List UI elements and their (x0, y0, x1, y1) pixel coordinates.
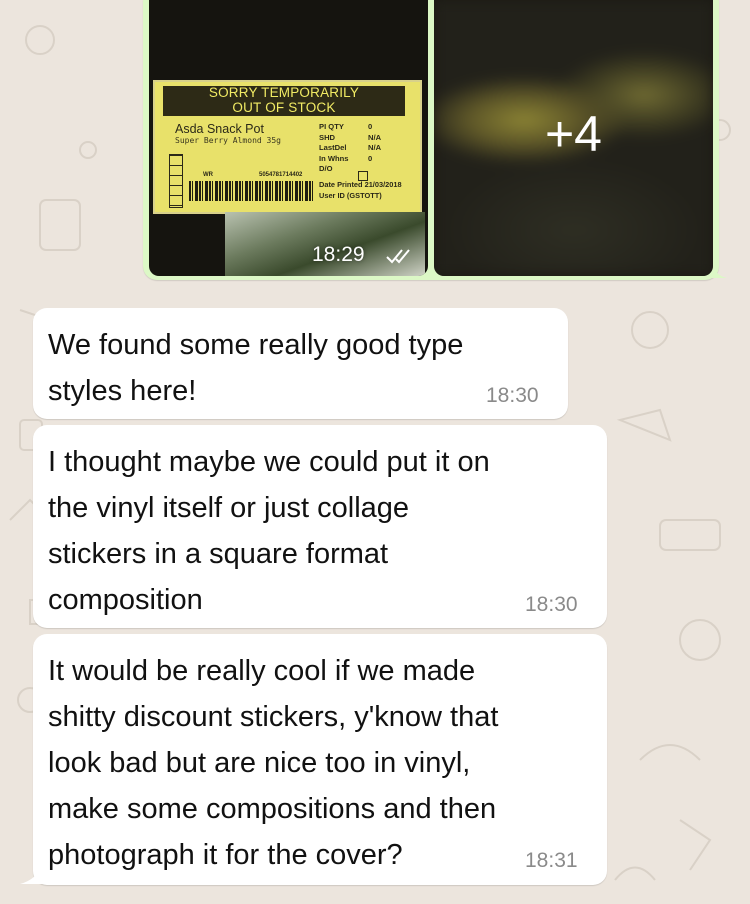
message-line: It would be really cool if we made (48, 655, 476, 687)
message-line: make some compositions and then (48, 793, 497, 825)
message-line: shitty discount stickers, y'know that (48, 701, 499, 733)
label-field: SHD (319, 132, 336, 142)
label-field: D/O (319, 164, 333, 173)
message-text: It would be really cool if we made shitt… (48, 648, 498, 878)
photo-thumbnail-1[interactable]: SORRY TEMPORARILY OUT OF STOCK Asda Snac… (149, 0, 428, 276)
label-field: LastDel (319, 143, 347, 152)
label-field: PI QTY (319, 122, 344, 131)
label-code: 5054781714402 (259, 172, 303, 178)
incoming-message[interactable]: It would be really cool if we made shitt… (33, 634, 607, 885)
label-values: 0 N/A N/A 0 (368, 122, 381, 164)
label-field: In Whns (319, 153, 349, 163)
label-header-line2: OUT OF STOCK (232, 99, 336, 115)
message-time: 18:29 (312, 243, 365, 266)
label-date-printed: Date Printed 21/03/2018 (319, 180, 402, 189)
message-line: styles here! (48, 375, 197, 407)
label-fields: PI QTY SHD LastDel In Whns D/O (319, 122, 349, 175)
label-dates: Date Printed 21/03/2018 User ID (GSTOTT) (319, 180, 402, 201)
label-value: 0 (368, 153, 373, 163)
label-value: N/A (368, 143, 382, 152)
message-line: photograph it for the cover? (48, 839, 403, 871)
read-receipt-icon (386, 249, 410, 264)
label-header: SORRY TEMPORARILY OUT OF STOCK (163, 85, 405, 116)
more-photos-count: +4 (544, 106, 602, 162)
message-line: stickers in a square format (48, 538, 389, 570)
message-line: composition (48, 584, 203, 616)
message-line: look bad but are nice too in vinyl, (48, 747, 471, 779)
message-line: the vinyl itself or just collage (48, 492, 410, 524)
label-variant: Super Berry Almond 35g (175, 136, 281, 145)
label-value: 0 (368, 122, 373, 131)
message-time: 18:30 (486, 384, 539, 407)
photo-thumbnail-more[interactable]: +4 (434, 0, 713, 276)
barcode (189, 181, 315, 201)
label-product: Asda Snack Pot (175, 122, 264, 136)
incoming-message[interactable]: I thought maybe we could put it on the v… (33, 425, 607, 628)
message-line: I thought maybe we could put it on (48, 446, 490, 478)
message-time: 18:30 (525, 593, 578, 616)
label-value: N/A (368, 132, 382, 142)
message-time: 18:31 (525, 849, 578, 872)
label-side-grid (169, 154, 183, 208)
message-line: We found some really good type (48, 329, 464, 361)
label-header-line1: SORRY TEMPORARILY (208, 85, 360, 100)
label-wr: WR (203, 172, 213, 178)
bubble-tail (20, 862, 46, 884)
incoming-message[interactable]: We found some really good type styles he… (33, 308, 568, 419)
message-text: We found some really good type styles he… (48, 322, 463, 414)
shelf-label-image: SORRY TEMPORARILY OUT OF STOCK Asda Snac… (153, 80, 422, 214)
label-user-id: User ID (GSTOTT) (319, 190, 382, 200)
message-text: I thought maybe we could put it on the v… (48, 439, 490, 623)
